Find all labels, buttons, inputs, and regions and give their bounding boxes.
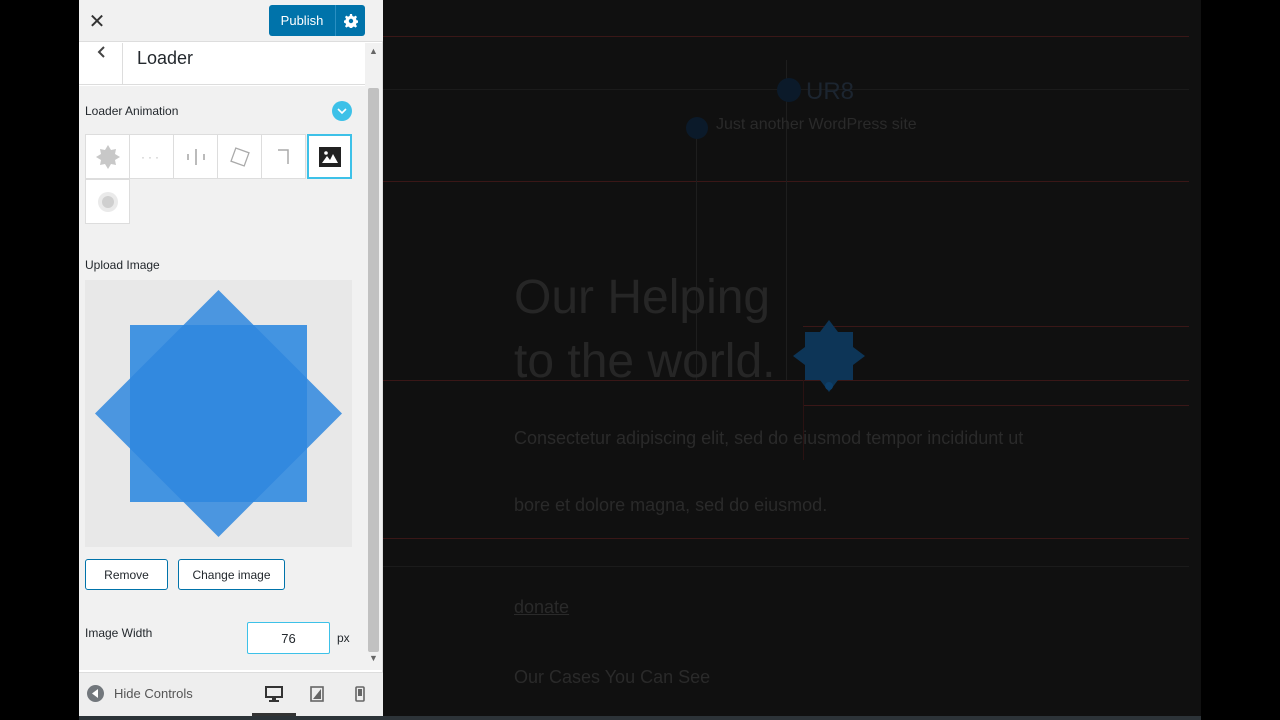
hero-heading-line2: to the world.	[514, 335, 776, 388]
loader-spinner-icon	[793, 320, 865, 392]
anim-option-rotating-square[interactable]	[217, 134, 262, 179]
customizer-panel: ✕ Publish Loader ▲ ▼ Loader Animation ··…	[79, 0, 383, 716]
anim-option-dots[interactable]: ···	[129, 134, 174, 179]
remove-button[interactable]: Remove	[85, 559, 168, 590]
change-image-button[interactable]: Change image	[178, 559, 285, 590]
hide-controls-label: Hide Controls	[114, 686, 193, 701]
tablet-icon[interactable]	[307, 684, 327, 704]
site-logo-text[interactable]: UR8	[806, 78, 854, 106]
divider	[383, 36, 1189, 37]
anim-option-star-spinner[interactable]	[85, 134, 130, 179]
hero-heading-line1: Our Helping	[514, 271, 771, 324]
scroll-down-icon[interactable]: ▼	[369, 653, 378, 663]
desktop-icon[interactable]	[264, 684, 284, 704]
star-spinner-icon	[95, 144, 120, 169]
dot-icon	[686, 117, 708, 139]
image-width-input[interactable]	[247, 622, 330, 654]
dots-icon: ···	[141, 149, 162, 164]
anim-option-image[interactable]	[307, 134, 352, 179]
scroll-thumb[interactable]	[368, 88, 379, 652]
hide-controls-button[interactable]: Hide Controls	[87, 685, 193, 702]
image-width-label: Image Width	[85, 626, 153, 640]
scroll-up-icon[interactable]: ▲	[369, 46, 378, 56]
mobile-icon[interactable]	[350, 684, 370, 704]
upload-image-label: Upload Image	[85, 258, 160, 272]
image-width-unit: px	[337, 631, 350, 645]
section-title: Loader	[137, 48, 194, 68]
site-preview[interactable]: UR8 Just another WordPress site Our Help…	[383, 0, 1201, 716]
publish-label: Publish	[280, 13, 324, 28]
section-header: Loader	[79, 43, 365, 85]
divider	[383, 566, 1189, 567]
divider	[383, 380, 1189, 381]
divider	[383, 538, 1189, 539]
anim-option-pulse-circle[interactable]	[85, 179, 130, 224]
anim-option-corner[interactable]	[261, 134, 306, 179]
divider	[803, 405, 1189, 406]
chevron-down-icon[interactable]	[332, 101, 352, 121]
anim-option-bars[interactable]	[173, 134, 218, 179]
image-icon	[318, 146, 341, 167]
hero-paragraph-2: bore et dolore magna, sed do eiusmod.	[514, 495, 828, 515]
cases-subheading: Our Cases You Can See	[514, 667, 711, 687]
loader-animation-label: Loader Animation	[85, 104, 179, 118]
loader-image	[95, 290, 342, 537]
pulse-circle-icon	[97, 191, 118, 212]
guide-line	[786, 60, 787, 380]
rotating-square-icon	[229, 146, 250, 167]
arrow-left-icon	[87, 685, 104, 702]
screen: UR8 Just another WordPress site Our Help…	[0, 0, 1280, 720]
publish-button[interactable]: Publish	[269, 5, 365, 36]
site-tagline: Just another WordPress site	[716, 116, 917, 133]
panel-footer: Hide Controls	[79, 672, 383, 716]
hero-paragraph-1: Consectetur adipiscing elit, sed do eius…	[514, 428, 1024, 448]
active-device-indicator	[252, 713, 296, 716]
scrollbar[interactable]: ▲ ▼	[365, 43, 382, 670]
site-logo-icon	[777, 78, 801, 102]
donate-link[interactable]: donate	[514, 597, 569, 618]
corner-icon	[277, 148, 289, 164]
uploaded-image-preview[interactable]	[85, 280, 352, 547]
close-icon[interactable]: ✕	[79, 0, 115, 42]
back-chevron-icon[interactable]	[79, 43, 123, 84]
bars-icon	[186, 148, 205, 165]
gear-icon[interactable]	[336, 13, 365, 28]
bottom-strip	[79, 716, 1201, 720]
panel-header: ✕ Publish	[79, 0, 383, 42]
